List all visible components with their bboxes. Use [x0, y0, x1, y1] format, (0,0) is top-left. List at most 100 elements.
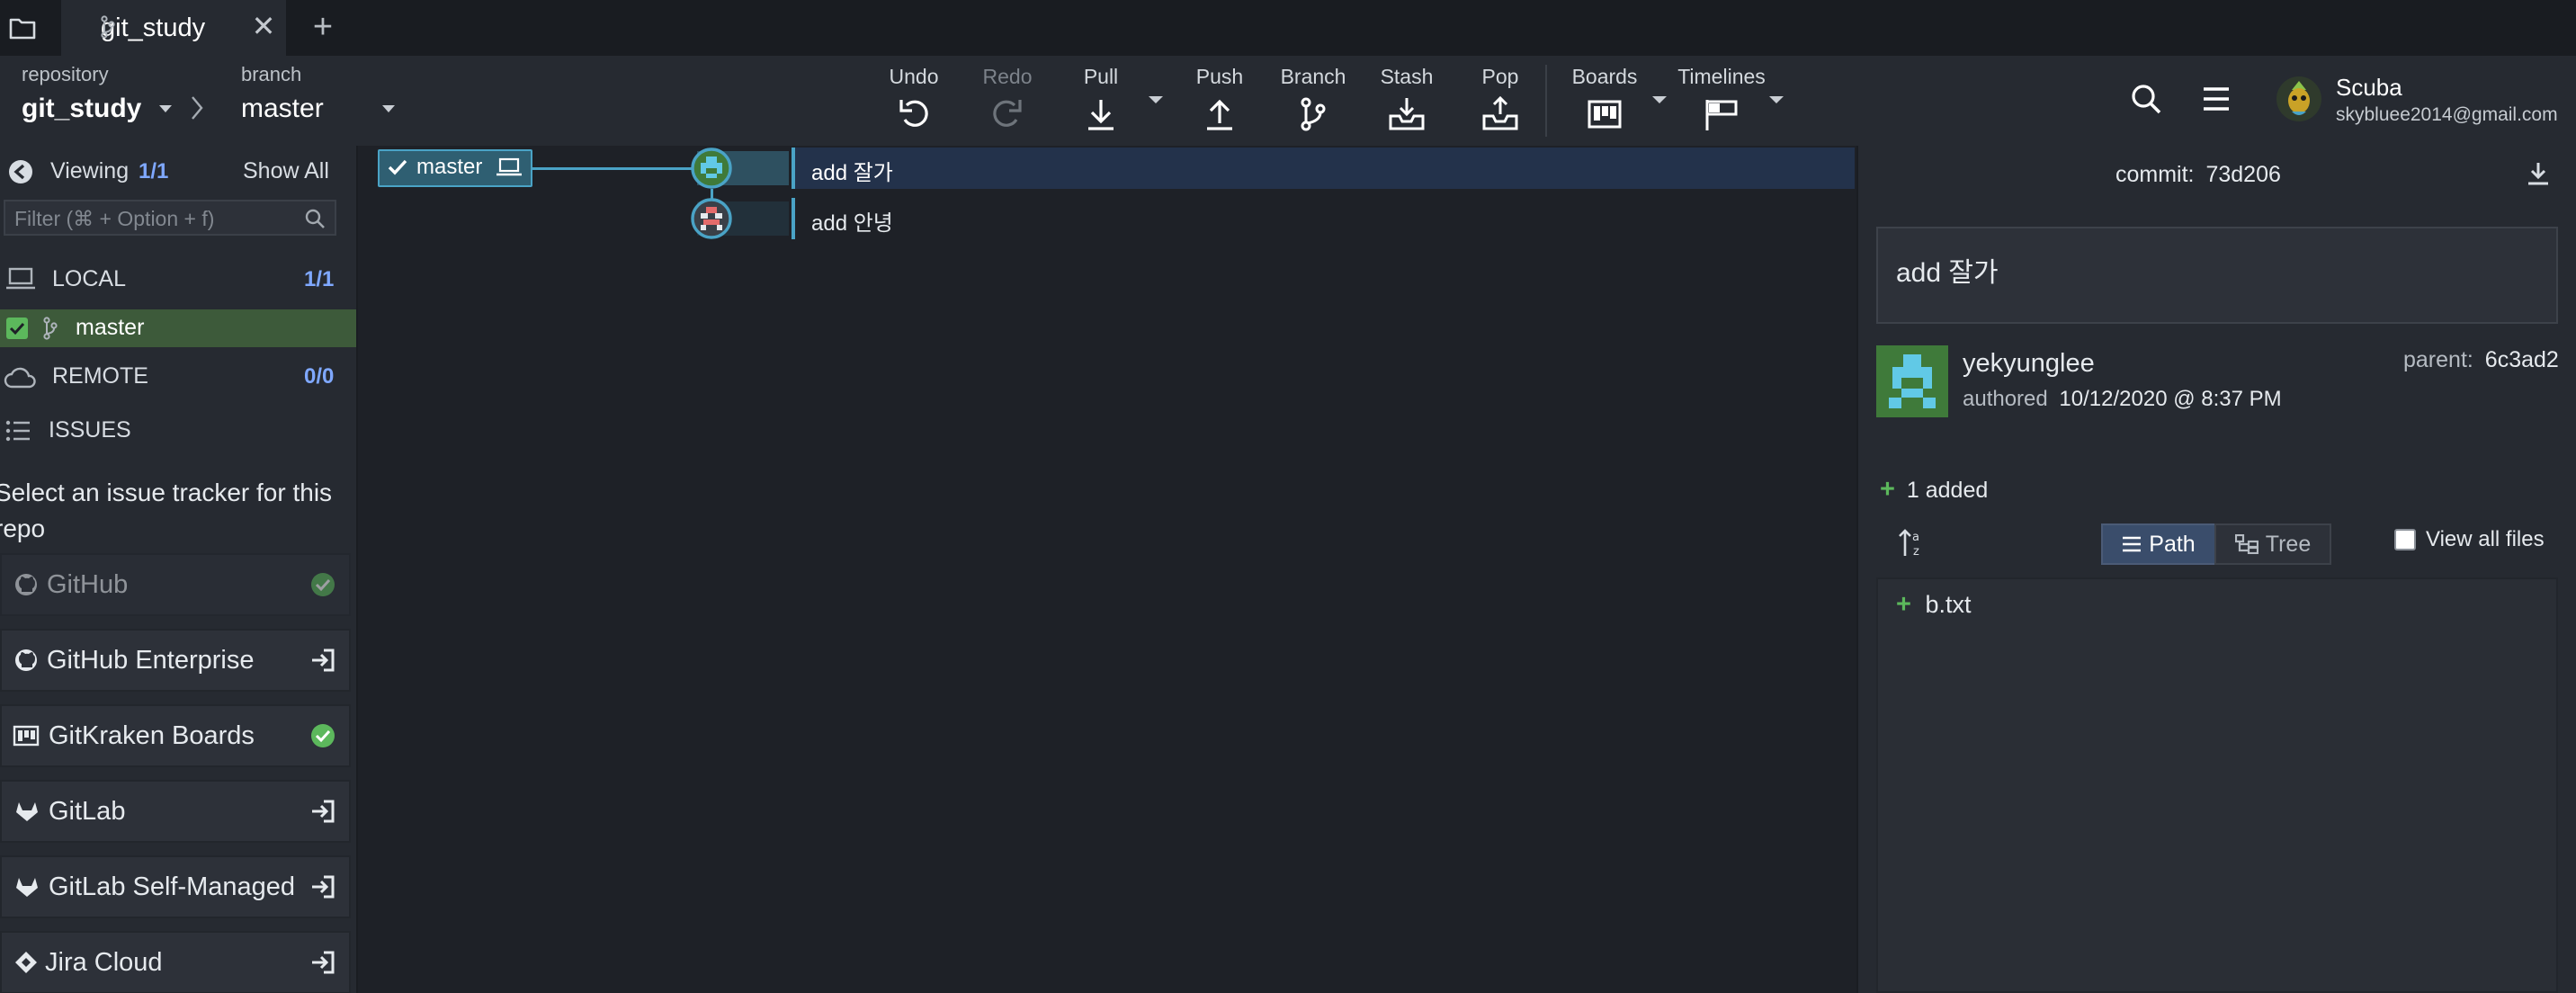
timelines-dropdown-icon[interactable] — [1768, 95, 1784, 104]
parent-sha[interactable]: 6c3ad2 — [2485, 347, 2559, 372]
remote-count: 0/0 — [304, 364, 335, 389]
pull-options-dropdown-icon[interactable] — [1148, 95, 1164, 104]
collapse-sidebar-icon[interactable] — [7, 158, 34, 185]
pull-label: Pull — [1083, 65, 1119, 88]
commit-node-avatar[interactable] — [691, 148, 732, 189]
tracker-gitkraken-boards-label: GitKraken Boards — [49, 720, 255, 750]
view-tree-toggle[interactable]: Tree — [2214, 523, 2331, 565]
timelines-button[interactable]: Timelines — [1677, 65, 1767, 132]
user-avatar[interactable] — [2276, 76, 2322, 122]
push-button[interactable]: Push — [1175, 65, 1265, 132]
user-email: skybluee2014@gmail.com — [2336, 104, 2558, 125]
local-section-label[interactable]: LOCAL — [52, 266, 126, 292]
file-row[interactable]: + b.txt — [1896, 590, 1971, 620]
login-icon — [309, 949, 336, 976]
view-tree-label: Tree — [2265, 531, 2312, 557]
breadcrumb-chevron-icon — [191, 95, 203, 121]
tree-icon — [2234, 534, 2258, 554]
repository-name[interactable]: git_study — [22, 94, 141, 124]
repo-tab-title: git_study — [101, 13, 206, 42]
new-tab-button[interactable]: + — [308, 9, 338, 45]
parent-info: parent: 6c3ad2 — [2403, 347, 2559, 373]
commit-message: add 잘가 — [811, 161, 893, 185]
file-name: b.txt — [1925, 591, 1972, 618]
added-count: 1 added — [1906, 478, 1989, 503]
file-added-plus-icon: + — [1896, 590, 1911, 619]
branch-tag-connector — [532, 167, 694, 170]
github-icon — [14, 573, 38, 596]
user-name[interactable]: Scuba — [2336, 74, 2402, 102]
added-summary: + 1 added — [1880, 475, 1988, 505]
filter-input[interactable]: Filter (⌘ + Option + f) — [4, 200, 336, 236]
connected-check-icon — [309, 722, 336, 749]
boards-label: Boards — [1571, 65, 1638, 88]
sort-files-icon[interactable]: az — [1898, 527, 1927, 558]
parent-label: parent: — [2403, 347, 2473, 372]
branch-create-icon — [1293, 96, 1333, 132]
issue-tracker-prompt: Select an issue tracker for this repo — [0, 479, 333, 542]
branch-visible-checkbox[interactable] — [5, 317, 29, 340]
pull-button[interactable]: Pull — [1056, 65, 1146, 132]
commit-row[interactable] — [792, 198, 1855, 239]
view-all-files-label[interactable]: View all files — [2426, 527, 2545, 552]
remote-section-label[interactable]: REMOTE — [52, 363, 148, 389]
tracker-gitlab[interactable]: GitLab — [0, 780, 351, 843]
tracker-jira-cloud[interactable]: Jira Cloud — [0, 931, 351, 993]
author-name: yekyunglee — [1963, 349, 2095, 378]
tracker-github-enterprise[interactable]: GitHub Enterprise — [0, 629, 351, 692]
commit-node-avatar[interactable] — [691, 198, 732, 239]
repository-dropdown-icon[interactable] — [158, 104, 173, 113]
added-plus-icon: + — [1880, 475, 1895, 504]
commit-row-selected[interactable] — [792, 148, 1855, 189]
authored-info: authored 10/12/2020 @ 8:37 PM — [1963, 387, 2282, 412]
authored-date: 10/12/2020 @ 8:37 PM — [2059, 387, 2282, 411]
download-patch-icon[interactable] — [2526, 160, 2551, 187]
pop-label: Pop — [1481, 65, 1519, 88]
menu-icon[interactable] — [2202, 86, 2231, 112]
tab-close-icon[interactable]: ✕ — [250, 12, 277, 40]
commit-row-accent-bar — [792, 148, 795, 189]
commit-summary-box[interactable]: add 잘가 — [1876, 227, 2558, 324]
redo-button[interactable]: Redo — [962, 65, 1052, 132]
repository-caption: repository — [22, 63, 109, 85]
author-avatar — [1876, 345, 1948, 417]
viewing-count: 1/1 — [139, 159, 169, 183]
pull-icon — [1081, 96, 1121, 132]
filter-search-icon — [304, 208, 326, 229]
branch-button[interactable]: Branch — [1268, 65, 1358, 132]
view-all-files-checkbox[interactable] — [2394, 529, 2416, 550]
stash-button[interactable]: Stash — [1362, 65, 1452, 132]
svg-text:a: a — [1912, 531, 1919, 544]
folder-icon[interactable] — [0, 0, 45, 56]
commit-sha[interactable]: 73d206 — [2205, 162, 2280, 187]
boards-dropdown-icon[interactable] — [1651, 95, 1668, 104]
pop-button[interactable]: Pop — [1455, 65, 1545, 132]
branch-label: Branch — [1280, 65, 1346, 88]
local-branch-icon — [43, 317, 58, 340]
commit-message: add 안녕 — [811, 211, 893, 236]
redo-icon — [988, 96, 1027, 132]
file-list — [1876, 577, 2558, 993]
tracker-gitkraken-boards[interactable]: GitKraken Boards — [0, 704, 351, 767]
view-path-toggle[interactable]: Path — [2101, 523, 2216, 565]
commit-sha-label: commit: 73d206 — [2115, 162, 2281, 188]
commit-summary: add 잘가 — [1896, 258, 1999, 288]
search-icon[interactable] — [2130, 83, 2162, 115]
boards-button[interactable]: Boards — [1560, 65, 1650, 132]
gitlab-icon — [14, 800, 40, 823]
remote-cloud-icon — [4, 367, 38, 390]
jira-icon — [14, 951, 38, 974]
branch-dropdown-icon[interactable] — [381, 104, 396, 113]
timelines-label: Timelines — [1677, 65, 1766, 88]
branch-caption: branch — [241, 63, 302, 85]
show-all-button[interactable]: Show All — [243, 158, 329, 184]
commit-graph — [360, 146, 1856, 993]
branch-name[interactable]: master — [241, 94, 324, 124]
tracker-gitlab-self-managed[interactable]: GitLab Self-Managed — [0, 855, 351, 918]
issues-section-label[interactable]: ISSUES — [49, 417, 131, 443]
undo-label: Undo — [889, 65, 939, 88]
local-laptop-icon — [5, 266, 36, 291]
undo-button[interactable]: Undo — [869, 65, 959, 132]
tracker-github[interactable]: GitHub — [0, 553, 351, 616]
branch-tag-laptop-icon — [496, 157, 523, 178]
